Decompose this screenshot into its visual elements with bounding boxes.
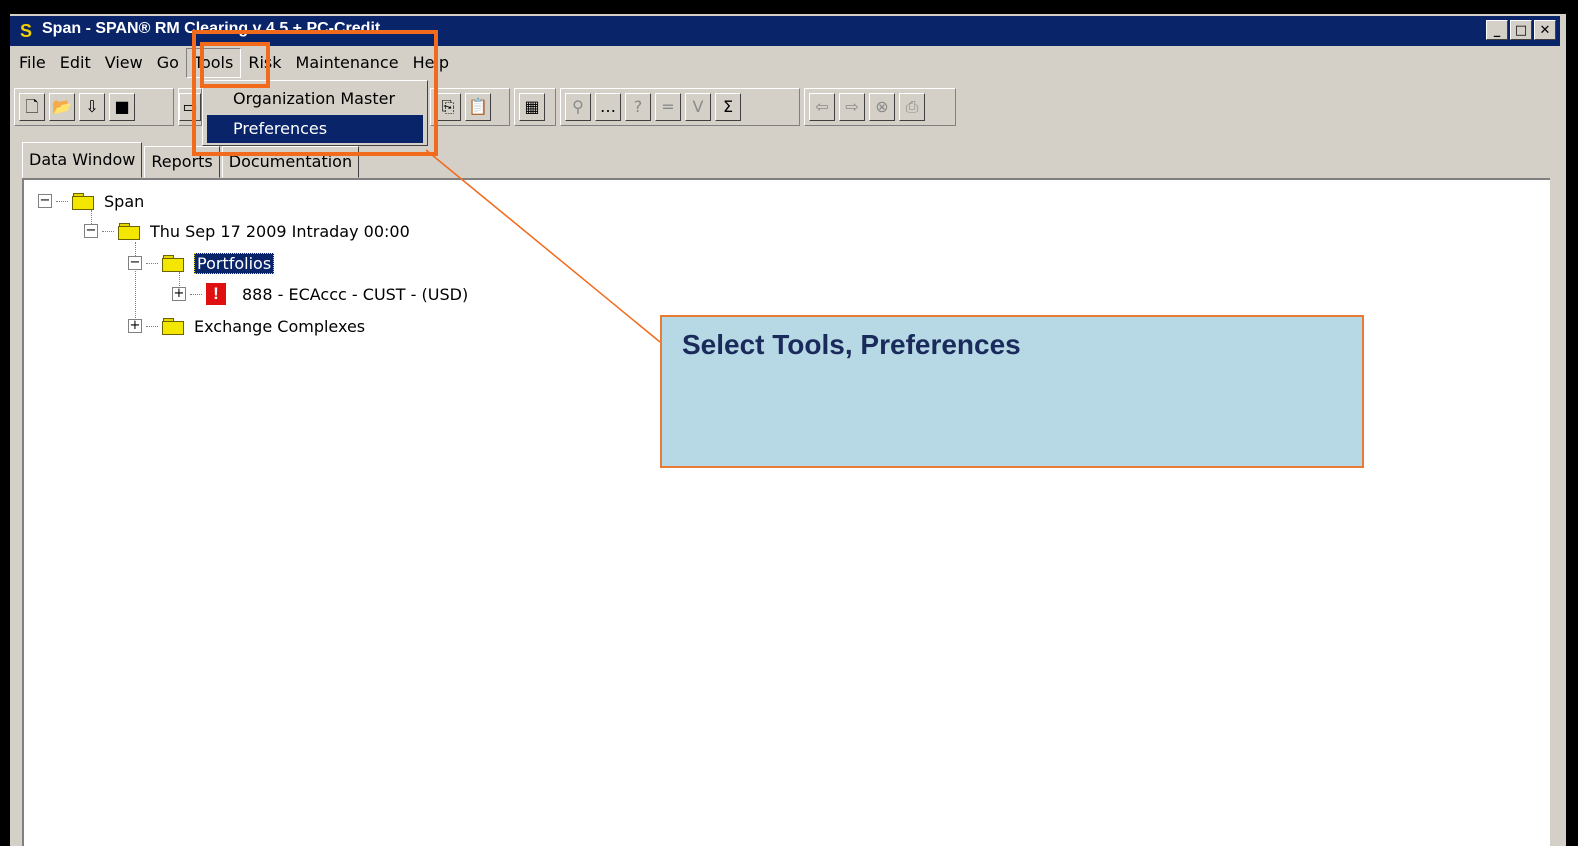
instruction-callout: Select Tools, Preferences: [660, 315, 1364, 468]
callout-text: Select Tools, Preferences: [682, 329, 1021, 360]
